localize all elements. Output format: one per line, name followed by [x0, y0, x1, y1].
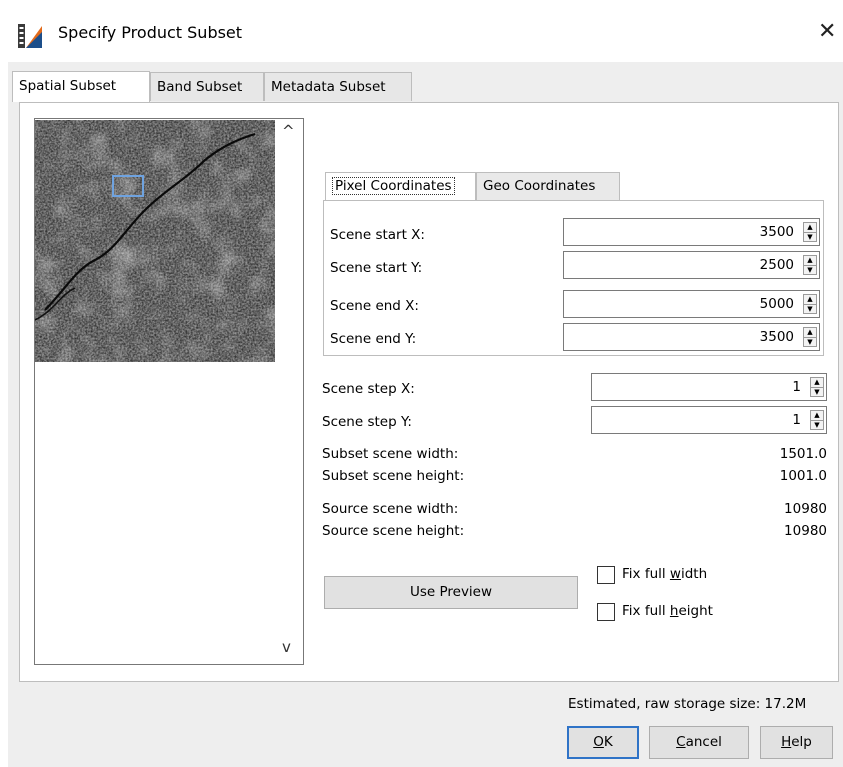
cancel-mnemonic: C	[676, 734, 686, 750]
fix-full-width-label-pre: Fix full	[622, 566, 670, 582]
preview-thumbnail[interactable]	[35, 120, 275, 362]
scene-step-x-spinner[interactable]: ▲ ▼	[591, 373, 827, 401]
chevron-down-icon[interactable]: v	[282, 638, 291, 656]
spinner-buttons: ▲ ▼	[810, 377, 824, 397]
scene-end-y-spinner[interactable]: ▲ ▼	[563, 323, 820, 351]
fix-full-height-label-post: eight	[678, 603, 713, 619]
arrow-down-icon[interactable]: ▼	[804, 337, 816, 347]
scene-end-x-label: Scene end X:	[330, 298, 419, 314]
scene-step-y-input[interactable]	[594, 409, 801, 431]
subset-width-label: Subset scene width:	[322, 446, 459, 462]
subset-height-label: Subset scene height:	[322, 468, 465, 484]
fix-full-width-mnemonic: w	[669, 566, 681, 582]
scene-start-x-label: Scene start X:	[330, 227, 425, 243]
ok-button[interactable]: OK	[567, 726, 639, 759]
cancel-label-rest: ancel	[685, 734, 722, 750]
arrow-down-icon[interactable]: ▼	[811, 387, 823, 397]
window-title: Specify Product Subset	[58, 23, 243, 42]
arrow-down-icon[interactable]: ▼	[804, 232, 816, 242]
fix-full-width-label-post: idth	[680, 566, 708, 582]
scene-step-x-label: Scene step X:	[322, 381, 415, 397]
fix-full-height-label[interactable]: Fix full height	[622, 603, 713, 619]
source-height-value: 10980	[784, 523, 827, 539]
arrow-up-icon[interactable]: ▲	[811, 378, 823, 387]
subset-width-value: 1501.0	[779, 446, 827, 462]
scene-end-y-label: Scene end Y:	[330, 331, 417, 347]
spinner-buttons: ▲ ▼	[803, 255, 817, 275]
scene-step-y-spinner[interactable]: ▲ ▼	[591, 406, 827, 434]
dialog-window: Specify Product Subset ✕ Spatial Subset …	[0, 0, 843, 767]
arrow-up-icon[interactable]: ▲	[804, 256, 816, 265]
ok-label-rest: K	[603, 734, 613, 750]
spinner-buttons: ▲ ▼	[803, 294, 817, 314]
cancel-button[interactable]: Cancel	[649, 726, 749, 759]
storage-size-text: Estimated, raw storage size: 17.2M	[568, 696, 807, 712]
scene-start-x-spinner[interactable]: ▲ ▼	[563, 218, 820, 246]
tab-band-subset[interactable]: Band Subset	[150, 72, 264, 101]
arrow-down-icon[interactable]: ▼	[811, 420, 823, 430]
tab-metadata-subset[interactable]: Metadata Subset	[264, 72, 412, 101]
scene-start-y-input[interactable]	[566, 254, 794, 276]
snap-app-icon	[18, 24, 42, 48]
title-bar: Specify Product Subset ✕	[0, 0, 843, 62]
ok-mnemonic: O	[593, 734, 604, 750]
chevron-up-icon[interactable]: ^	[282, 122, 295, 140]
help-label-rest: elp	[791, 734, 812, 750]
tab-pixel-coordinates[interactable]: Pixel Coordinates	[325, 172, 476, 200]
scene-end-x-input[interactable]	[566, 293, 794, 315]
scene-step-x-input[interactable]	[594, 376, 801, 398]
spinner-buttons: ▲ ▼	[803, 327, 817, 347]
help-button[interactable]: Help	[760, 726, 833, 759]
subset-height-value: 1001.0	[779, 468, 827, 484]
source-height-label: Source scene height:	[322, 523, 465, 539]
tab-spatial-subset[interactable]: Spatial Subset	[12, 71, 150, 102]
scene-start-x-input[interactable]	[566, 221, 794, 243]
arrow-up-icon[interactable]: ▲	[811, 411, 823, 420]
help-mnemonic: H	[781, 734, 792, 750]
fix-full-width-label[interactable]: Fix full width	[622, 566, 707, 582]
scene-end-y-input[interactable]	[566, 326, 794, 348]
arrow-up-icon[interactable]: ▲	[804, 295, 816, 304]
arrow-down-icon[interactable]: ▼	[804, 304, 816, 314]
arrow-down-icon[interactable]: ▼	[804, 265, 816, 275]
arrow-up-icon[interactable]: ▲	[804, 223, 816, 232]
spinner-buttons: ▲ ▼	[810, 410, 824, 430]
tab-pixel-coordinates-label: Pixel Coordinates	[332, 177, 455, 195]
fix-full-height-checkbox[interactable]	[597, 603, 615, 621]
fix-full-width-checkbox[interactable]	[597, 566, 615, 584]
source-width-value: 10980	[784, 501, 827, 517]
source-width-label: Source scene width:	[322, 501, 459, 517]
scene-end-x-spinner[interactable]: ▲ ▼	[563, 290, 820, 318]
close-icon[interactable]: ✕	[818, 19, 836, 44]
scene-start-y-label: Scene start Y:	[330, 260, 423, 276]
arrow-up-icon[interactable]: ▲	[804, 328, 816, 337]
fix-full-height-label-pre: Fix full	[622, 603, 670, 619]
scene-step-y-label: Scene step Y:	[322, 414, 412, 430]
tab-geo-coordinates[interactable]: Geo Coordinates	[476, 172, 620, 200]
spinner-buttons: ▲ ▼	[803, 222, 817, 242]
use-preview-button[interactable]: Use Preview	[324, 576, 578, 609]
scene-start-y-spinner[interactable]: ▲ ▼	[563, 251, 820, 279]
